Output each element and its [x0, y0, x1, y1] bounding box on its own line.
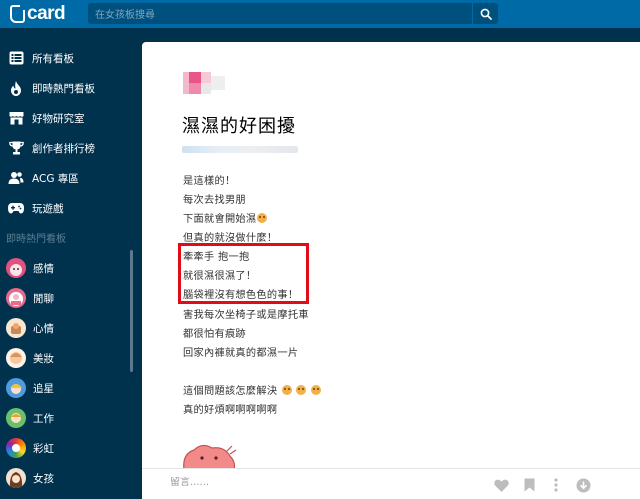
board-avatar [6, 408, 26, 428]
post-body-line: 回家內褲就真的都濕一片 [183, 348, 299, 359]
post-body-text: 下面就會開始濕 [183, 214, 257, 225]
sidebar-item-label: 好物研究室 [32, 112, 85, 125]
post-meta-censored [182, 146, 298, 153]
top-bar: card [0, 0, 640, 28]
board-item-relationship[interactable]: 感情 [0, 253, 130, 283]
board-item-idols[interactable]: 追星 [0, 373, 130, 403]
board-item-chat[interactable]: 閒聊 [0, 283, 130, 313]
sidebar-item-label: 所有看板 [32, 52, 74, 65]
post-body-text: 這個問題該怎麼解決 [183, 386, 278, 397]
board-item-work[interactable]: 工作 [0, 403, 130, 433]
worried-emoji-icon [296, 385, 307, 395]
hot-boards-section-title: 即時熱門看板 [6, 234, 66, 245]
sidebar-item-all-boards[interactable]: 所有看板 [0, 43, 130, 73]
board-avatar [6, 258, 26, 278]
flame-icon [8, 80, 24, 96]
board-item-girls[interactable]: 女孩 [0, 463, 130, 493]
search-box [88, 3, 472, 26]
board-label: 感情 [33, 262, 54, 275]
more-vertical-icon [554, 478, 558, 492]
board-label: 美妝 [33, 352, 54, 365]
sidebar-item-games[interactable]: 玩遊戲 [0, 193, 130, 223]
users-icon [8, 170, 24, 186]
author-avatar-censored [183, 72, 231, 94]
logo-mark-icon [10, 4, 26, 23]
list-icon [8, 50, 24, 66]
post-body-line: 是這樣的！ [183, 176, 236, 187]
board-avatar [6, 438, 26, 458]
search-button[interactable] [472, 3, 498, 24]
sidebar-item-creator-ranking[interactable]: 創作者排行榜 [0, 133, 130, 163]
board-label: 追星 [33, 382, 54, 395]
board-label: 女孩 [33, 472, 54, 485]
bookmark-icon [524, 478, 534, 492]
red-highlight-box [178, 243, 309, 304]
sidebar: 所有看板 即時熱門看板 好物研究室 創作者排行榜 ACG 專區 玩遊戲 即時熱門… [0, 28, 140, 499]
board-item-mood[interactable]: 心情 [0, 313, 130, 343]
search-input[interactable] [88, 5, 472, 26]
board-avatar [6, 318, 26, 338]
post-body-line: 害我每次坐椅子或是摩托車 [183, 310, 309, 321]
like-button[interactable] [493, 477, 509, 493]
more-options-button[interactable] [548, 477, 564, 493]
board-label: 工作 [33, 412, 54, 425]
post-body-line: 真的好煩啊啊啊啊啊 [183, 405, 278, 416]
post-body-line: 都很怕有痕跡 [183, 329, 246, 340]
pink-creature-sticker-icon [183, 444, 237, 470]
board-label: 閒聊 [33, 292, 54, 305]
board-avatar [6, 348, 26, 368]
arrow-down-circle-icon [576, 478, 590, 492]
sidebar-item-hot-boards[interactable]: 即時熱門看板 [0, 73, 130, 103]
search-icon [480, 8, 492, 20]
comment-input[interactable] [170, 477, 370, 488]
store-icon [8, 110, 24, 126]
post-body-line: 但真的就沒做什麼！ [183, 233, 278, 244]
board-label: 彩虹 [33, 442, 54, 455]
sidebar-item-label: 玩遊戲 [32, 202, 64, 215]
board-label: 心情 [33, 322, 54, 335]
post-card: 濕濕的好困擾 是這樣的！ 每次去找男朋 下面就會開始濕 但真的就沒做什麼！ 牽牽… [142, 42, 640, 499]
trophy-icon [8, 140, 24, 156]
board-item-makeup[interactable]: 美妝 [0, 343, 130, 373]
post-action-bar [142, 468, 640, 499]
scroll-down-button[interactable] [575, 477, 591, 493]
sidebar-item-good-stuff-lab[interactable]: 好物研究室 [0, 103, 130, 133]
sidebar-item-acg[interactable]: ACG 專區 [0, 163, 130, 193]
board-item-rainbow[interactable]: 彩虹 [0, 433, 130, 463]
post-title: 濕濕的好困擾 [182, 116, 296, 137]
sidebar-item-label: 即時熱門看板 [32, 82, 95, 95]
sidebar-scrollbar[interactable] [130, 250, 133, 372]
smile-emoji-icon [257, 213, 268, 223]
board-avatar [6, 378, 26, 398]
heart-icon [493, 479, 509, 492]
board-avatar [6, 468, 26, 488]
sidebar-item-label: ACG 專區 [32, 172, 79, 185]
post-body-line: 每次去找男朋 [183, 195, 246, 206]
sidebar-item-label: 創作者排行榜 [32, 142, 95, 155]
dcard-logo[interactable]: card [10, 3, 66, 24]
bookmark-button[interactable] [521, 477, 537, 493]
post-body-line: 下面就會開始濕 [183, 210, 268, 225]
worried-emoji-icon [281, 385, 292, 395]
post-body-line: 這個問題該怎麼解決 [183, 382, 322, 397]
gamepad-icon [8, 200, 24, 216]
worried-emoji-icon [311, 385, 322, 395]
logo-text: card [27, 3, 66, 24]
board-avatar [6, 288, 26, 308]
